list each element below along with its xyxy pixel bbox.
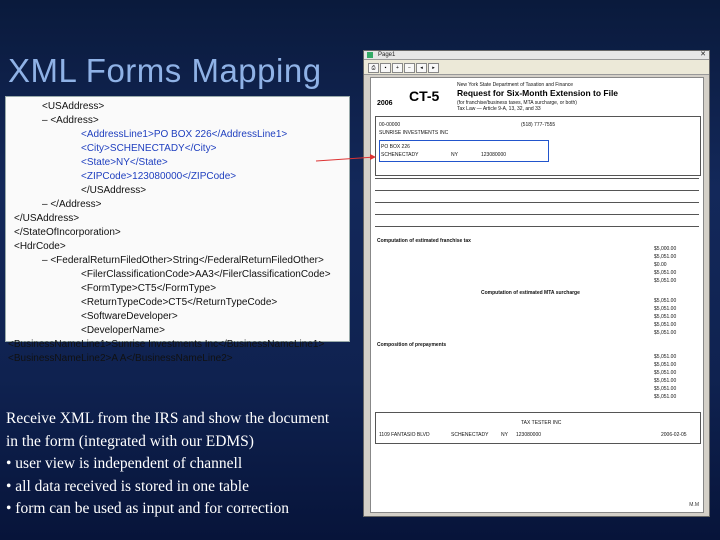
note-line: • form can be used as input and for corr… <box>6 500 290 517</box>
xml-source-panel: <USAddress> – <Address> <AddressLine1>PO… <box>5 96 350 364</box>
divider <box>375 214 699 215</box>
close-icon[interactable]: ✕ <box>700 51 706 59</box>
form-year: 2006 <box>377 100 393 107</box>
xml-line: <FilerClassificationCode>AA3</FilerClass… <box>81 269 331 280</box>
preparer-address-field[interactable]: 1109 FANTASIO BLVD <box>379 432 430 438</box>
prev-page-icon[interactable]: ◂ <box>416 63 427 73</box>
preparer-state-field[interactable]: NY <box>501 432 508 438</box>
amount-cell[interactable]: $5,051.00 <box>654 270 676 276</box>
form-page: 2006 CT-5 Request for Six-Month Extensio… <box>370 77 704 513</box>
xml-line: – <FederalReturnFiledOther>String</Feder… <box>42 255 324 266</box>
xml-line: <FormType>CT5</FormType> <box>81 283 217 294</box>
note-line: Receive XML from the IRS and show the do… <box>6 410 330 427</box>
divider <box>375 226 699 227</box>
preparer-city-field[interactable]: SCHENECTADY <box>451 432 488 438</box>
divider <box>375 190 699 191</box>
window-titlebar[interactable]: Page1 ✕ <box>364 51 709 60</box>
amount-cell[interactable]: $5,051.00 <box>654 362 676 368</box>
zoom-out-icon[interactable]: − <box>404 63 415 73</box>
xml-line: – <Address> <box>42 115 99 126</box>
xml-line: </USAddress> <box>81 185 147 196</box>
window-toolbar: ⎙ ▪ + − ◂ ▸ <box>364 60 709 75</box>
amount-cell[interactable]: $5,051.00 <box>654 306 676 312</box>
amount-cell[interactable]: $5,051.00 <box>654 370 676 376</box>
xml-line: <SoftwareDeveloper> <box>81 311 178 322</box>
save-icon[interactable]: ▪ <box>380 63 391 73</box>
xml-line: <DeveloperName> <box>81 325 165 336</box>
state-field[interactable]: NY <box>451 152 458 158</box>
divider <box>375 202 699 203</box>
window-title: Page1 <box>378 52 396 58</box>
form-dept: New York State Department of Taxation an… <box>457 82 574 88</box>
xml-line: <ZIPCode>123080000</ZIPCode> <box>81 171 237 182</box>
xml-line: <State>NY</State> <box>81 157 168 168</box>
form-taxlaw: Tax Law — Article 9-A, 13, 32, and 33 <box>457 106 541 112</box>
form-viewer-window[interactable]: Page1 ✕ ⎙ ▪ + − ◂ ▸ 2006 CT-5 Request fo… <box>363 50 710 517</box>
xml-line: <AddressLine1>PO BOX 226</AddressLine1> <box>81 129 288 140</box>
amount-cell[interactable]: $5,051.00 <box>654 322 676 328</box>
preparer-zip-field[interactable]: 123080000 <box>516 432 541 438</box>
page-status: M.M <box>689 502 699 508</box>
preparer-name-field[interactable]: TAX TESTER INC <box>521 420 561 426</box>
amount-cell[interactable]: $5,051.00 <box>654 254 676 260</box>
section-mta: Computation of estimated MTA surcharge <box>481 290 580 296</box>
xml-line: <ReturnTypeCode>CT5</ReturnTypeCode> <box>81 297 278 308</box>
address-field[interactable]: PO BOX 226 <box>381 144 410 150</box>
city-field[interactable]: SCHENECTADY <box>381 152 418 158</box>
slide: { "slide": { "title": "XML Forms Mapping… <box>0 0 720 540</box>
section-prepayments: Composition of prepayments <box>377 342 447 348</box>
xml-line: <USAddress> <box>42 101 105 112</box>
amount-cell[interactable]: $5,051.00 <box>654 394 676 400</box>
amount-cell[interactable]: $5,051.00 <box>654 378 676 384</box>
form-code: CT-5 <box>409 88 440 104</box>
amount-cell[interactable]: $0.00 <box>654 262 667 268</box>
next-page-icon[interactable]: ▸ <box>428 63 439 73</box>
preparer-date-field[interactable]: 2006-02-05 <box>661 432 687 438</box>
xml-line: <City>SCHENECTADY</City> <box>81 143 217 154</box>
app-icon <box>367 52 373 58</box>
xml-line: </StateOfIncorporation> <box>14 227 121 238</box>
print-icon[interactable]: ⎙ <box>368 63 379 73</box>
amount-cell[interactable]: $5,051.00 <box>654 278 676 284</box>
preparer-box <box>375 412 701 444</box>
note-line: in the form (integrated with our EDMS) <box>6 432 254 450</box>
xml-line: <BusinessNameLine1>Sunrise Investments I… <box>8 339 325 350</box>
zoom-in-icon[interactable]: + <box>392 63 403 73</box>
divider <box>375 178 699 179</box>
taxpayer-name-field[interactable]: SUNRISE INVESTMENTS INC <box>379 130 448 136</box>
zip-field[interactable]: 123080000 <box>481 152 506 158</box>
note-line: • all data received is stored in one tab… <box>6 477 249 495</box>
phone-field[interactable]: (518) 777-7555 <box>521 122 555 128</box>
amount-cell[interactable]: $5,051.00 <box>654 330 676 336</box>
section-franchise: Computation of estimated franchise tax <box>377 238 471 244</box>
ein-field[interactable]: 00-00000 <box>379 122 400 128</box>
xml-line: <HdrCode> <box>14 241 66 252</box>
xml-line: </USAddress> <box>14 213 80 224</box>
xml-line: <BusinessNameLine2>A A</BusinessNameLine… <box>8 353 233 364</box>
slide-notes: Receive XML from the IRS and show the do… <box>6 408 386 521</box>
slide-title: XML Forms Mapping <box>8 52 322 89</box>
amount-cell[interactable]: $5,000.00 <box>654 246 676 252</box>
amount-cell[interactable]: $5,051.00 <box>654 354 676 360</box>
amount-cell[interactable]: $5,051.00 <box>654 386 676 392</box>
note-line: • user view is independent of channell <box>6 455 243 472</box>
xml-line: – </Address> <box>42 199 102 210</box>
amount-cell[interactable]: $5,051.00 <box>654 298 676 304</box>
form-title: Request for Six-Month Extension to File <box>457 88 619 98</box>
amount-cell[interactable]: $5,051.00 <box>654 314 676 320</box>
